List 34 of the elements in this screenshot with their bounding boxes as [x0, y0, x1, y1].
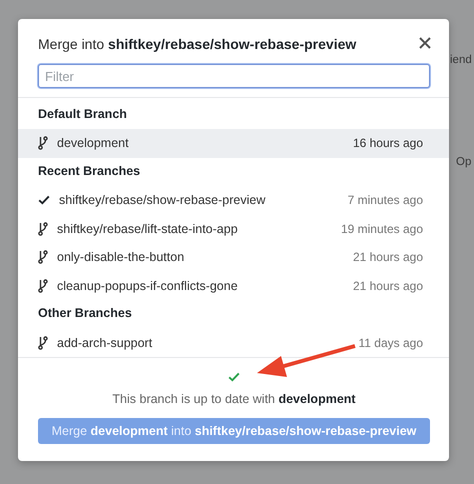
branch-item[interactable]: development 16 hours ago	[18, 129, 449, 158]
branch-item[interactable]: cleanup-popups-if-conflicts-gone 21 hours ago	[18, 272, 449, 300]
group-heading: Other Branches	[37, 305, 133, 322]
branch-name: only-disable-the-button	[57, 250, 186, 264]
status-message: This branch is up to date with development	[112, 392, 356, 406]
group-heading: Default Branch	[37, 106, 128, 123]
branch-icon	[38, 336, 48, 350]
background-text: Op	[456, 156, 472, 168]
close-icon	[419, 37, 431, 49]
filter-field[interactable]: Filter	[38, 64, 430, 88]
branch-icon	[38, 136, 48, 150]
branch-time: 21 hours ago	[352, 250, 423, 264]
branch-time: 21 hours ago	[352, 279, 423, 294]
branch-icon	[38, 250, 48, 264]
check-icon	[228, 372, 240, 382]
branch-item[interactable]: add-arch-support 11 days ago	[18, 328, 449, 358]
branch-time: 7 minutes ago	[348, 193, 423, 208]
branch-item[interactable]: shiftkey/rebase/lift-state-into-app 19 minutes ago	[18, 214, 449, 244]
branch-name: add-arch-support	[57, 336, 154, 350]
branch-icon	[38, 222, 48, 236]
background-text: iend	[450, 54, 472, 66]
branch-name: shiftkey/rebase/lift-state-into-app	[57, 222, 239, 236]
branch-time: 19 minutes ago	[340, 222, 423, 236]
dialog-title: Merge into shiftkey/rebase/show-rebase-preview	[38, 36, 356, 52]
branch-item[interactable]: only-disable-the-button 21 hours ago	[18, 243, 449, 272]
branch-time: 16 hours ago	[352, 136, 423, 150]
branch-time: 11 days ago	[358, 336, 423, 350]
branch-name: shiftkey/rebase/show-rebase-preview	[59, 193, 266, 208]
branch-item[interactable]: shiftkey/rebase/show-rebase-preview 7 minutes ago	[18, 186, 449, 214]
check-icon	[38, 195, 50, 205]
branch-name: development	[57, 136, 130, 150]
branch-icon	[38, 279, 48, 294]
branch-name: cleanup-popups-if-conflicts-gone	[57, 279, 239, 294]
group-heading: Recent Branches	[37, 162, 142, 180]
